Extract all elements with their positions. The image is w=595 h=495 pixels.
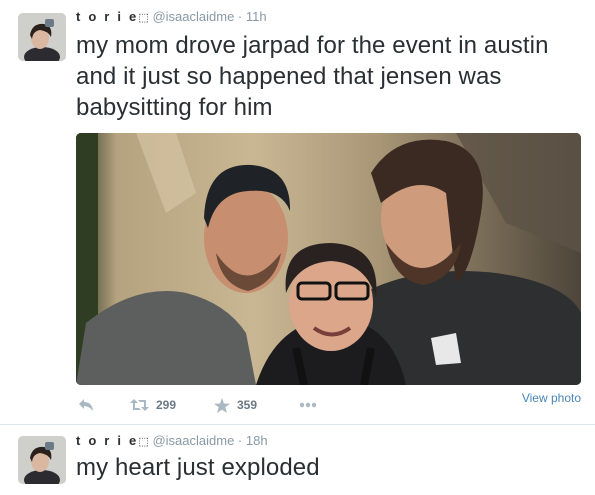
avatar-image: [18, 13, 66, 61]
tweet[interactable]: t o r i e⬚ @isaaclaidme · 18h my heart j…: [0, 425, 595, 495]
name-emoji: ⬚: [138, 12, 149, 24]
tweet-header: t o r i e⬚ @isaaclaidme · 11h: [76, 9, 267, 25]
name-emoji: ⬚: [138, 436, 149, 448]
tweet[interactable]: t o r i e⬚ @isaaclaidme · 11h my mom dro…: [0, 0, 595, 425]
reply-icon: [79, 399, 93, 411]
more-button[interactable]: [299, 396, 317, 414]
display-name[interactable]: t o r i e: [76, 9, 138, 24]
reply-button[interactable]: [78, 396, 94, 414]
retweet-count: 299: [156, 398, 177, 412]
tweet-photo[interactable]: [76, 133, 581, 385]
tweet-text: my heart just exploded: [76, 454, 320, 481]
tweet-header: t o r i e⬚ @isaaclaidme · 18h: [76, 433, 268, 449]
retweet-icon: [130, 399, 149, 411]
timestamp[interactable]: 18h: [246, 433, 268, 448]
avatar[interactable]: [18, 13, 66, 61]
username[interactable]: @isaaclaidme: [152, 9, 234, 24]
separator-dot: ·: [237, 433, 243, 448]
display-name[interactable]: t o r i e: [76, 433, 138, 448]
star-icon: [214, 397, 230, 413]
more-dots-icon: [299, 402, 317, 408]
avatar-image: [18, 436, 66, 484]
timestamp[interactable]: 11h: [246, 9, 267, 24]
photo-image: [76, 133, 581, 385]
separator-dot: ·: [237, 9, 243, 24]
tweet-actions: 299 359: [76, 396, 376, 414]
tweet-text: my mom drove jarpad for the event in aus…: [76, 32, 549, 121]
username[interactable]: @isaaclaidme: [152, 433, 234, 448]
avatar[interactable]: [18, 436, 66, 484]
retweet-button[interactable]: 299: [130, 396, 176, 414]
favorite-button[interactable]: 359: [214, 396, 257, 414]
view-photo-link[interactable]: View photo: [522, 391, 581, 405]
favorite-count: 359: [237, 398, 258, 412]
